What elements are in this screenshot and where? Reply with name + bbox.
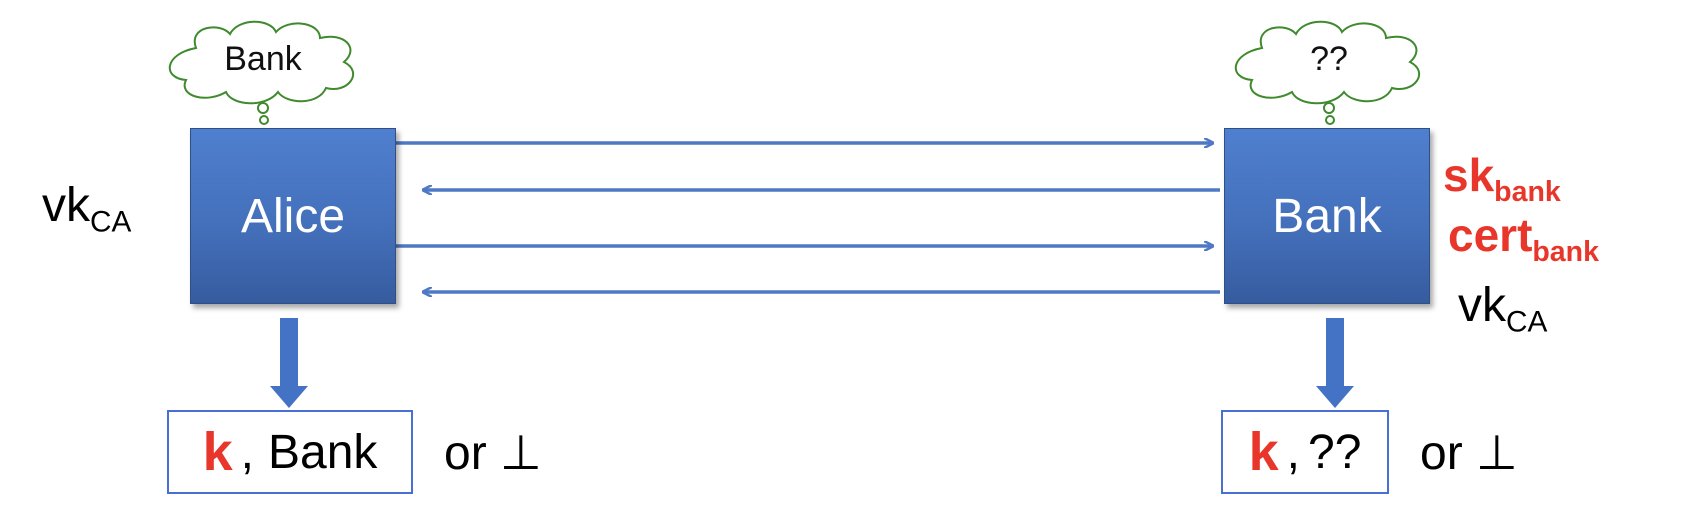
- bank-cert-main: cert: [1448, 209, 1533, 261]
- bank-vk-sub: CA: [1506, 305, 1548, 339]
- bank-secret-key: skbank: [1443, 148, 1561, 206]
- bank-sk-main: sk: [1443, 149, 1495, 201]
- alice-output-box: k , Bank: [167, 410, 413, 494]
- alice-vk-main: vk: [42, 179, 90, 232]
- alice-thought-cloud: Bank: [158, 18, 368, 125]
- bank-box: Bank: [1224, 128, 1430, 304]
- alice-output-identity: Bank: [267, 425, 378, 479]
- bank-vk-main: vk: [1458, 279, 1506, 332]
- bank-output-separator: ,: [1286, 425, 1300, 479]
- alice-or-fail: or ⊥: [444, 427, 542, 480]
- message-arrows: [396, 143, 1220, 292]
- bank-sk-sub: bank: [1494, 175, 1561, 208]
- alice-thought-text: Bank: [224, 40, 302, 78]
- bank-thought-text: ??: [1310, 40, 1348, 78]
- alice-vk-sub: CA: [90, 205, 132, 239]
- bank-certificate: certbank: [1448, 208, 1599, 266]
- protocol-diagram: Bank ?? Alice Bank vkCA skbank certbank …: [0, 0, 1700, 516]
- bank-output-arrow-head: [1316, 386, 1354, 408]
- alice-output-arrow-shaft: [280, 318, 298, 388]
- output-arrows: [270, 318, 1354, 408]
- bank-output-identity: ??: [1308, 425, 1362, 479]
- bank-output-key: k: [1248, 422, 1279, 482]
- alice-name: Alice: [240, 189, 346, 243]
- bank-thought-cloud: ??: [1224, 18, 1434, 125]
- alice-output-separator: ,: [240, 425, 254, 479]
- bank-cert-sub: bank: [1532, 235, 1599, 268]
- bank-output-arrow-shaft: [1326, 318, 1344, 388]
- alice-box: Alice: [190, 128, 396, 304]
- bank-verification-key: vkCA: [1458, 278, 1547, 337]
- bank-output-box: k , ??: [1221, 410, 1389, 494]
- alice-output-key: k: [202, 422, 233, 482]
- bank-name: Bank: [1272, 189, 1382, 243]
- alice-output-arrow-head: [270, 386, 308, 408]
- bank-or-fail: or ⊥: [1420, 427, 1518, 480]
- alice-verification-key: vkCA: [42, 178, 131, 237]
